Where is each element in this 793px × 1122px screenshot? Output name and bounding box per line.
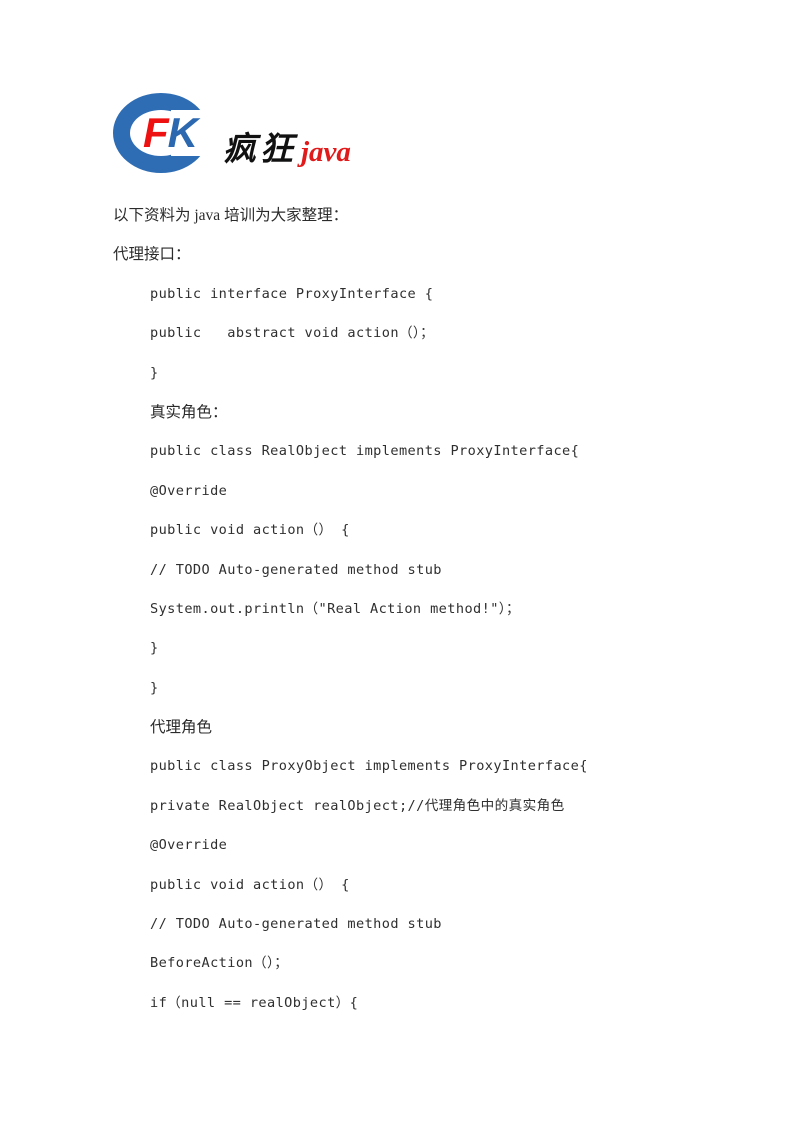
code-line: } xyxy=(150,640,159,657)
logo-mark-icon: FK xyxy=(113,93,225,173)
text-line: 以下资料为 java 培训为大家整理： xyxy=(113,207,349,224)
code-line: public class ProxyObject implements Prox… xyxy=(150,758,588,775)
text-line: 真实角色： xyxy=(150,403,228,421)
logo-letters: FK xyxy=(143,109,198,156)
code-line: private RealObject realObject;//代理角色中的真实… xyxy=(150,797,565,814)
logo-java-text: java xyxy=(301,136,351,168)
code-line: public void action（） { xyxy=(150,876,350,893)
code-line: // TODO Auto-generated method stub xyxy=(150,561,442,578)
code-line: System.out.println（"Real Action method!"… xyxy=(150,600,520,617)
code-line: // TODO Auto-generated method stub xyxy=(150,916,442,933)
code-line: public void action（） { xyxy=(150,522,350,539)
code-line: public interface ProxyInterface { xyxy=(150,285,434,302)
code-line: } xyxy=(150,364,159,381)
code-line: @Override xyxy=(150,482,228,499)
fkjava-logo: FK 疯狂 java xyxy=(113,93,413,179)
code-line: BeforeAction（）； xyxy=(150,955,289,972)
text-line: 代理接口： xyxy=(113,246,191,264)
code-line: } xyxy=(150,679,159,696)
logo-letter-k: K xyxy=(167,109,198,156)
code-line: if（null == realObject）{ xyxy=(150,994,359,1011)
code-line: @Override xyxy=(150,837,228,854)
logo-letter-f: F xyxy=(143,109,169,156)
code-line: public class RealObject implements Proxy… xyxy=(150,443,580,460)
text-line: 代理角色 xyxy=(150,719,213,737)
logo-chinese-text: 疯狂 xyxy=(223,132,297,168)
code-line: public abstract void action（）； xyxy=(150,325,435,342)
document-page: FK 疯狂 java 以下资料为 java 培训为大家整理： 代理接口： publi… xyxy=(0,0,793,1122)
document-body: 以下资料为 java 培训为大家整理： 代理接口： public interface… xyxy=(113,196,693,1023)
